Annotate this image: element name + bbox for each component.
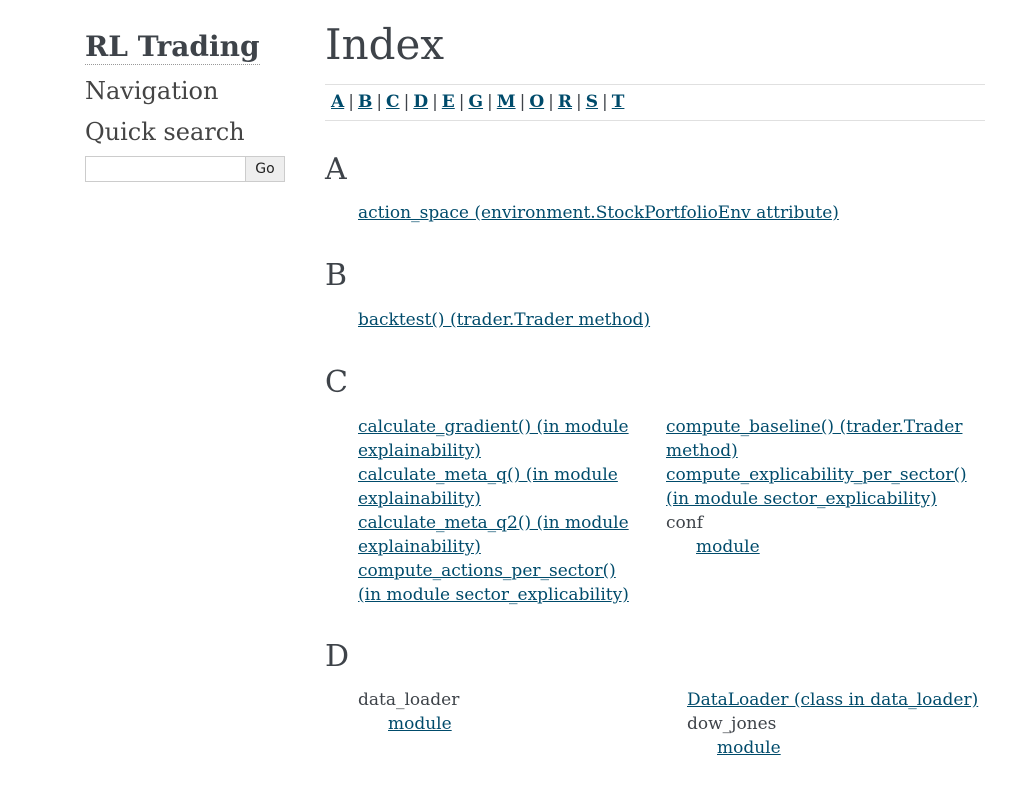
index-entry-dataloader-class[interactable]: DataLoader (class in data_loader): [687, 688, 978, 712]
section-a: A action_space (environment.StockPortfol…: [325, 152, 985, 224]
entry-line: (in module sector_explicability): [666, 489, 937, 509]
sidebar: RL Trading Navigation Quick search Go: [85, 30, 285, 182]
separator: |: [487, 92, 493, 112]
index-entry-compute-actions-per-sector[interactable]: compute_actions_per_sector() (in module s…: [358, 559, 629, 607]
entries-d-right: DataLoader (class in data_loader) dow_jo…: [687, 688, 978, 760]
letter-link-g[interactable]: G: [469, 92, 484, 112]
go-button[interactable]: Go: [245, 156, 285, 182]
index-entry-data-loader-module[interactable]: module: [358, 712, 459, 736]
section-d: D data_loader module DataLoader (class i…: [325, 639, 985, 759]
letter-index-bar: A | B | C | D | E | G | M | O | R | S | T: [325, 84, 985, 121]
entries-c-right: compute_baseline() (trader.Trader method)…: [666, 415, 967, 559]
index-entry-data-loader: data_loader: [358, 690, 460, 710]
page-title: Index: [325, 20, 445, 69]
letter-link-r[interactable]: R: [558, 92, 572, 112]
index-entry-calculate-meta-q[interactable]: calculate_meta_q() (in module explainabil…: [358, 463, 629, 511]
separator: |: [458, 92, 465, 112]
index-entry-calculate-gradient[interactable]: calculate_gradient() (in module explainab…: [358, 415, 629, 463]
entries-c-left: calculate_gradient() (in module explainab…: [358, 415, 629, 607]
entry-line: explainability): [358, 489, 481, 509]
search-input[interactable]: [85, 156, 245, 182]
index-entry-action-space[interactable]: action_space (environment.StockPortfolio…: [358, 201, 839, 225]
index-entry-calculate-meta-q2[interactable]: calculate_meta_q2() (in module explainabi…: [358, 511, 629, 559]
index-entry-backtest[interactable]: backtest() (trader.Trader method): [358, 308, 650, 332]
section-heading-c: C: [325, 365, 348, 400]
section-heading-b: B: [325, 258, 348, 293]
main-content: Index A | B | C | D | E | G | M | O | R | S | T A action_spa…: [325, 0, 985, 758]
separator: |: [548, 92, 554, 112]
entries-a: action_space (environment.StockPortfolio…: [358, 201, 839, 225]
letter-link-d[interactable]: D: [413, 92, 428, 112]
entry-line: compute_baseline() (trader.Trader: [666, 417, 963, 437]
separator: |: [576, 92, 582, 112]
index-entry-conf-module[interactable]: module: [666, 535, 967, 559]
index-entry-conf: conf: [666, 513, 703, 533]
entry-line: explainability): [358, 537, 481, 557]
index-entry-compute-explicability-per-sector[interactable]: compute_explicability_per_sector() (in mo…: [666, 463, 967, 511]
index-entry-compute-baseline[interactable]: compute_baseline() (trader.Trader method): [666, 415, 967, 463]
separator: |: [602, 92, 608, 112]
brand-link[interactable]: RL Trading: [85, 30, 260, 65]
entry-line: explainability): [358, 441, 481, 461]
entry-line: calculate_gradient() (in module: [358, 417, 629, 437]
letter-link-t[interactable]: T: [612, 92, 625, 112]
entry-line: compute_explicability_per_sector(): [666, 465, 967, 485]
search-form: Go: [85, 156, 285, 182]
entry-line: method): [666, 441, 738, 461]
separator: |: [519, 92, 526, 112]
section-b: B backtest() (trader.Trader method): [325, 258, 985, 331]
navigation-heading: Navigation: [85, 77, 219, 105]
separator: |: [376, 92, 383, 112]
letter-link-b[interactable]: B: [358, 92, 372, 112]
entry-line: calculate_meta_q2() (in module: [358, 513, 629, 533]
entry-line: calculate_meta_q() (in module: [358, 465, 618, 485]
section-c: C calculate_gradient() (in module explain…: [325, 365, 985, 606]
entries-b: backtest() (trader.Trader method): [358, 308, 650, 332]
letter-link-s[interactable]: S: [586, 92, 598, 112]
letter-link-c[interactable]: C: [386, 92, 400, 112]
letter-link-m[interactable]: M: [497, 92, 516, 112]
index-entry-dow-jones-module[interactable]: module: [687, 736, 978, 760]
letter-link-e[interactable]: E: [442, 92, 455, 112]
entries-d-left: data_loader module: [358, 688, 459, 736]
entry-line: compute_actions_per_sector(): [358, 561, 616, 581]
section-heading-d: D: [325, 639, 350, 674]
entry-line: (in module sector_explicability): [358, 585, 629, 605]
section-heading-a: A: [325, 152, 347, 187]
index-entry-dow-jones: dow_jones: [687, 714, 777, 734]
quick-search-heading: Quick search: [85, 118, 245, 146]
letter-link-o[interactable]: O: [529, 92, 544, 112]
separator: |: [403, 92, 410, 112]
separator: |: [432, 92, 438, 112]
letter-link-a[interactable]: A: [331, 92, 344, 112]
separator: |: [348, 92, 354, 112]
